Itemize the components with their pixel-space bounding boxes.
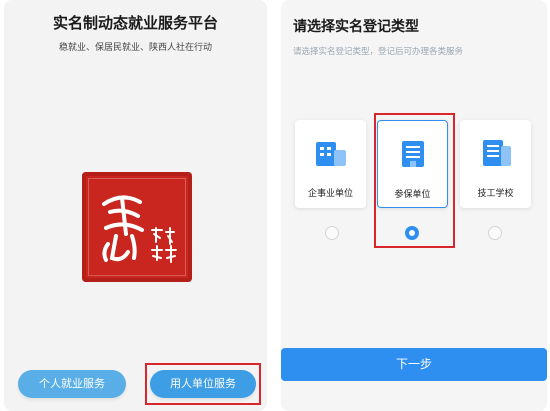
radio-technical-school[interactable] bbox=[488, 226, 502, 240]
technical-school-icon bbox=[482, 140, 511, 166]
option-label-enterprise: 企事业单位 bbox=[307, 189, 353, 199]
personal-employment-service-button[interactable]: 个人就业服务 bbox=[18, 370, 126, 398]
option-label-technical-school: 技工学校 bbox=[477, 189, 514, 199]
highlight-box-insured-unit bbox=[374, 113, 455, 248]
left-screen: 实名制动态就业服务平台 稳就业、保居民就业、陕西人社在行动 个人就业服务 bbox=[4, 0, 267, 411]
next-step-button[interactable]: 下一步 bbox=[281, 348, 547, 381]
seal-logo bbox=[82, 172, 192, 282]
registration-type-subtitle: 请选择实名登记类型，登记后可办理各类服务 bbox=[293, 47, 464, 57]
enterprise-building-icon bbox=[315, 142, 346, 166]
radio-enterprise[interactable] bbox=[325, 226, 339, 240]
option-card-enterprise[interactable]: 企事业单位 bbox=[295, 120, 366, 208]
highlight-box-employer-button bbox=[145, 363, 261, 405]
registration-type-title: 请选择实名登记类型 bbox=[293, 19, 419, 35]
platform-subtitle: 稳就业、保居民就业、陕西人社在行动 bbox=[58, 43, 212, 53]
platform-title: 实名制动态就业服务平台 bbox=[52, 14, 218, 32]
option-card-technical-school[interactable]: 技工学校 bbox=[460, 120, 531, 208]
